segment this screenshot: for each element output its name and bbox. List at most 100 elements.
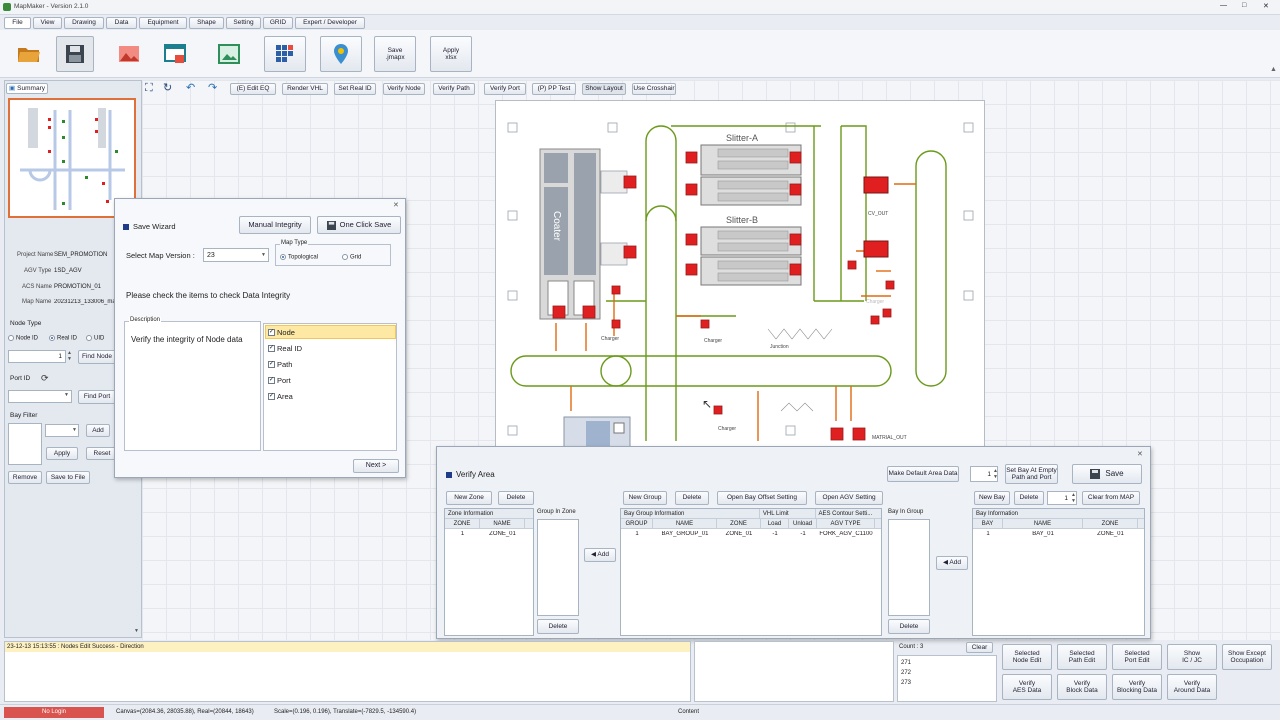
tab-drawing[interactable]: Drawing xyxy=(64,17,104,29)
selected-port-edit-button[interactable]: Selected Port Edit xyxy=(1112,644,1162,670)
delete-group-button[interactable]: Delete xyxy=(675,491,709,505)
node-stepper-icon[interactable]: ▲ ▼ xyxy=(67,350,72,362)
bay-add-button[interactable]: Add xyxy=(86,424,110,437)
node-id-radio[interactable]: Node ID xyxy=(8,335,38,342)
set-bay-empty-button[interactable]: Set Bay At Empty Path and Port xyxy=(1005,464,1058,484)
item-area[interactable]: ✓ Area xyxy=(265,389,396,403)
node-number-input[interactable]: 1 xyxy=(8,350,66,363)
table-row[interactable]: 1 ZONE_01 xyxy=(445,529,533,539)
show-ic-jc-button[interactable]: Show IC / JC xyxy=(1167,644,1217,670)
new-group-button[interactable]: New Group xyxy=(623,491,667,505)
port-refresh-icon[interactable]: ⟳ xyxy=(41,373,49,384)
undo-icon[interactable]: ↶ xyxy=(186,81,195,94)
tab-view[interactable]: View xyxy=(33,17,62,29)
clear-from-map-button[interactable]: Clear from MAP xyxy=(1082,491,1140,505)
tab-shape[interactable]: Shape xyxy=(189,17,224,29)
map-version-select[interactable]: 23 xyxy=(203,248,269,262)
add-bay-to-group-button[interactable]: ◀ Add xyxy=(936,556,968,570)
save-button[interactable] xyxy=(56,36,94,72)
minimize-button[interactable]: — xyxy=(1220,2,1227,9)
verify-save-button[interactable]: Save xyxy=(1072,464,1142,484)
tab-grid[interactable]: GRID xyxy=(263,17,293,29)
table-row[interactable]: 1 BAY_GROUP_01 ZONE_01 -1 -1 FORK_AGV_C1… xyxy=(621,529,881,539)
new-zone-button[interactable]: New Zone xyxy=(446,491,492,505)
redo-icon[interactable]: ↷ xyxy=(208,81,217,94)
bay-dropdown-icon[interactable]: ▼ xyxy=(72,427,77,433)
real-id-radio[interactable]: Real ID xyxy=(49,335,77,342)
map-pin-button[interactable] xyxy=(320,36,362,72)
show-layout-button[interactable]: Show Layout xyxy=(582,83,626,95)
refresh-icon[interactable]: ↻ xyxy=(163,81,172,94)
log-line[interactable]: 23-12-13 15:13:55 : Nodes Edit Success -… xyxy=(5,642,690,652)
verify-port-button[interactable]: Verify Port xyxy=(484,83,526,95)
add-group-to-zone-button[interactable]: ◀ Add xyxy=(584,548,616,562)
list-item[interactable]: 273 xyxy=(901,678,993,688)
maximize-button[interactable]: □ xyxy=(1242,2,1246,9)
open-bay-offset-button[interactable]: Open Bay Offset Setting xyxy=(717,491,807,505)
group-in-zone-list[interactable] xyxy=(537,519,579,616)
item-real-id[interactable]: ✓ Real ID xyxy=(265,341,396,355)
manual-integrity-button[interactable]: Manual Integrity xyxy=(239,216,311,234)
fit-view-icon[interactable]: ⛶ xyxy=(145,82,153,95)
item-node[interactable]: ✓ Node xyxy=(265,325,396,339)
selected-path-edit-button[interactable]: Selected Path Edit xyxy=(1057,644,1107,670)
edit-eq-button[interactable]: (E) Edit EQ xyxy=(230,83,276,95)
delete-bay-in-group-button[interactable]: Delete xyxy=(888,619,930,634)
close-icon[interactable]: ✕ xyxy=(1137,450,1143,458)
tab-expert[interactable]: Expert / Developer xyxy=(295,17,365,29)
save-jmapx-button[interactable]: Save .jmapx xyxy=(374,36,416,72)
clear-count-button[interactable]: Clear xyxy=(966,642,993,653)
save-to-file-button[interactable]: Save to File xyxy=(46,471,90,484)
use-crosshair-button[interactable]: Use Crosshair xyxy=(632,83,676,95)
grid-button[interactable] xyxy=(264,36,306,72)
port-dropdown-icon[interactable]: ▼ xyxy=(64,392,69,398)
render-vhl-button[interactable]: Render VHL xyxy=(282,83,328,95)
delete-zone-button[interactable]: Delete xyxy=(498,491,534,505)
verify-node-button[interactable]: Verify Node xyxy=(383,83,425,95)
picture-button[interactable] xyxy=(210,36,248,72)
ribbon-collapse-icon[interactable]: ▲ xyxy=(1270,66,1277,73)
find-port-button[interactable]: Find Port xyxy=(78,390,116,404)
item-port[interactable]: ✓ Port xyxy=(265,373,396,387)
list-item[interactable]: 272 xyxy=(901,668,993,678)
verify-around-data-button[interactable]: Verify Around Data xyxy=(1167,674,1217,700)
delete-bay-button[interactable]: Delete xyxy=(1014,491,1044,505)
close-icon[interactable]: ✕ xyxy=(393,201,399,209)
topological-radio[interactable]: Topological xyxy=(280,254,318,261)
bay-stepper-icon[interactable]: ▲ ▼ xyxy=(1071,492,1076,504)
verify-blocking-data-button[interactable]: Verify Blocking Data xyxy=(1112,674,1162,700)
port-id-select[interactable] xyxy=(8,390,72,403)
tab-data[interactable]: Data xyxy=(106,17,137,29)
map-layout[interactable]: Slitter-A Slitter-B Coater CV_OUT Charge… xyxy=(495,100,985,450)
item-path[interactable]: ✓ Path xyxy=(265,357,396,371)
verify-aes-data-button[interactable]: Verify AES Data xyxy=(1002,674,1052,700)
tab-setting[interactable]: Setting xyxy=(226,17,261,29)
list-item[interactable]: 271 xyxy=(901,658,993,668)
tab-equipment[interactable]: Equipment xyxy=(139,17,187,29)
selected-node-edit-button[interactable]: Selected Node Edit xyxy=(1002,644,1052,670)
tab-file[interactable]: File xyxy=(4,17,31,29)
open-folder-button[interactable] xyxy=(10,36,48,72)
tab-summary[interactable]: ▣ Summary xyxy=(6,83,48,94)
bay-apply-button[interactable]: Apply xyxy=(46,447,78,460)
table-row[interactable]: 1 BAY_01 ZONE_01 xyxy=(973,529,1144,539)
left-panel-scroll-icon[interactable]: ▼ xyxy=(134,628,139,634)
uid-radio[interactable]: UID xyxy=(86,335,104,342)
delete-group-in-zone-button[interactable]: Delete xyxy=(537,619,579,634)
new-bay-button[interactable]: New Bay xyxy=(974,491,1010,505)
make-default-area-button[interactable]: Make Default Area Data xyxy=(887,466,959,482)
apply-xlsx-button[interactable]: Apply xlsx xyxy=(430,36,472,72)
pp-test-button[interactable]: (P) PP Test xyxy=(532,83,576,95)
remove-button[interactable]: Remove xyxy=(8,471,42,484)
find-node-button[interactable]: Find Node xyxy=(78,350,116,364)
bay-filter-list[interactable] xyxy=(8,423,42,465)
bay-in-group-list[interactable] xyxy=(888,519,930,616)
verify-path-button[interactable]: Verify Path xyxy=(433,83,475,95)
window-button[interactable] xyxy=(156,36,194,72)
show-except-occupation-button[interactable]: Show Except Occupation xyxy=(1222,644,1272,670)
close-window-button[interactable]: ✕ xyxy=(1263,2,1269,10)
area-stepper-icon[interactable]: ▲ ▼ xyxy=(993,468,998,480)
set-real-id-button[interactable]: Set Real ID xyxy=(334,83,376,95)
image-button[interactable] xyxy=(110,36,148,72)
verify-block-data-button[interactable]: Verify Block Data xyxy=(1057,674,1107,700)
